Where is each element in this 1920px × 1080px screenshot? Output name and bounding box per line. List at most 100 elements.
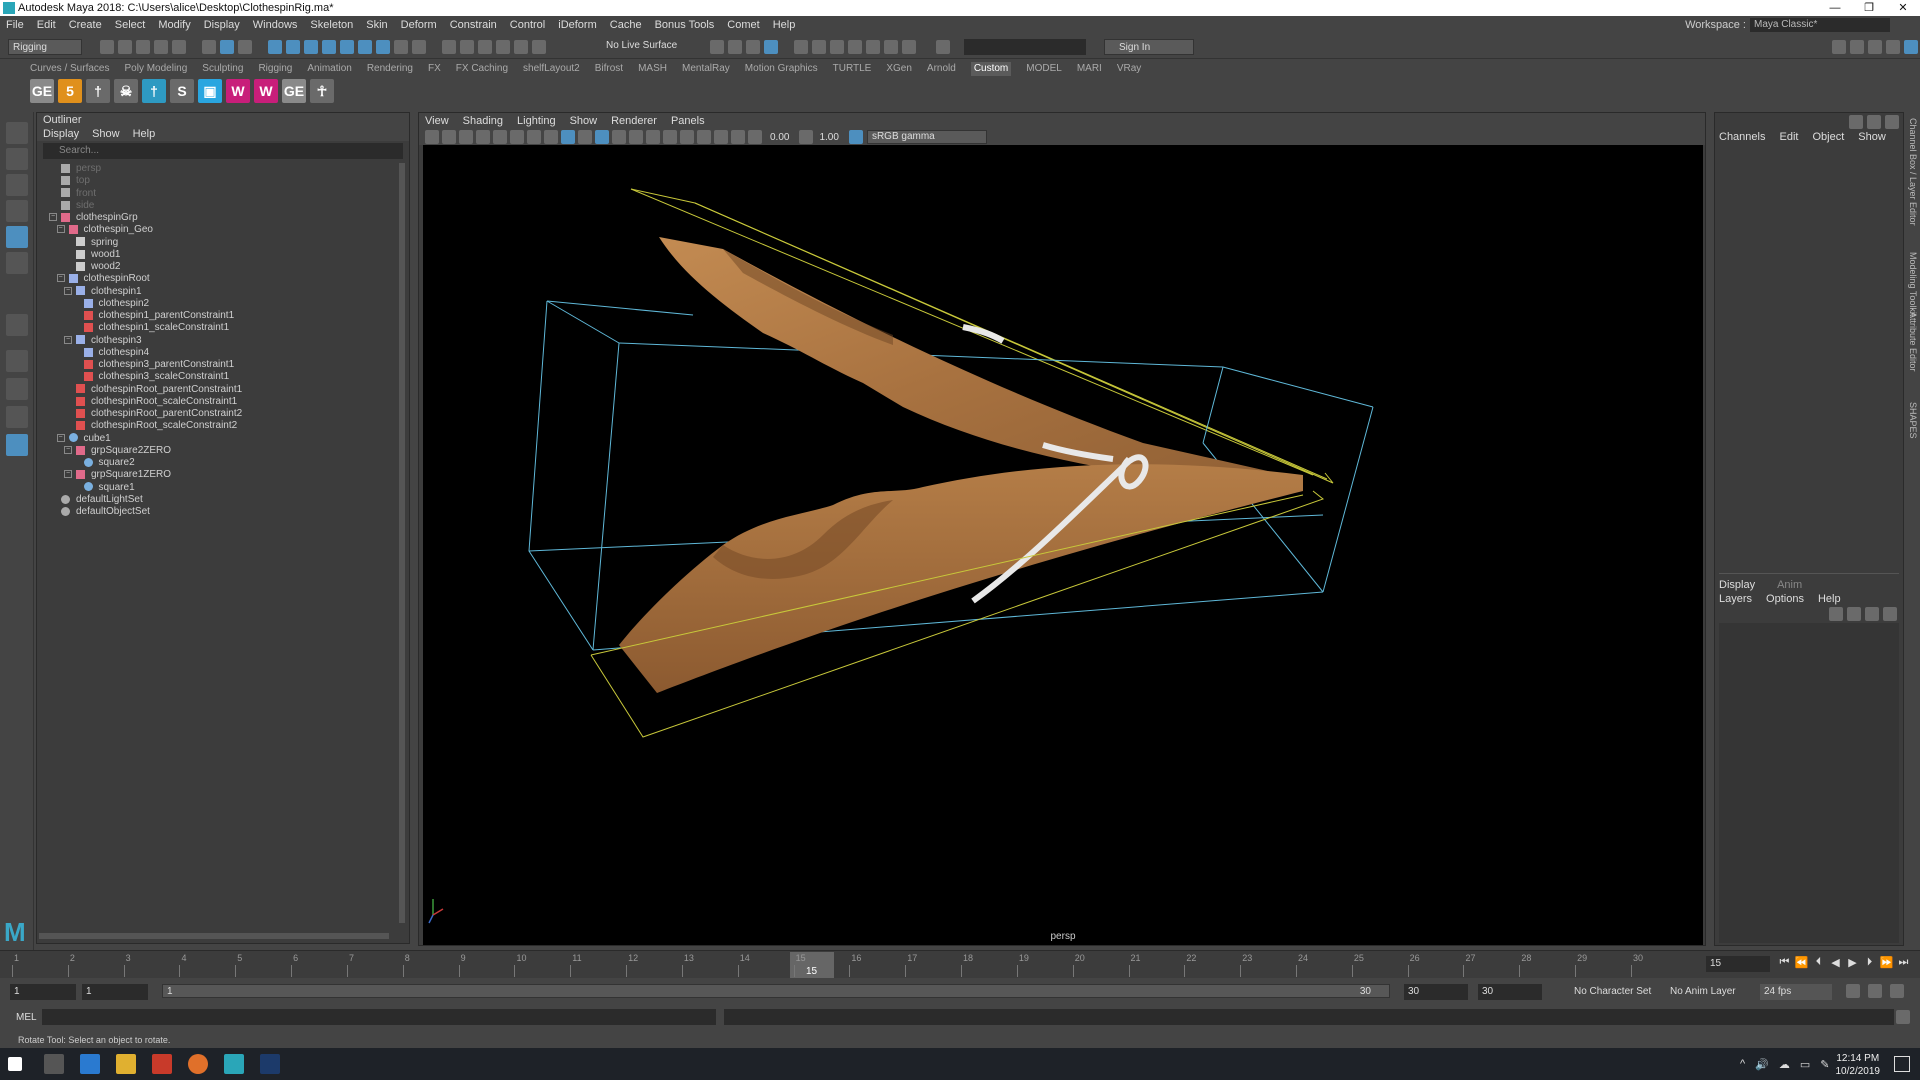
snap-pivot-icon[interactable] xyxy=(532,40,546,54)
menu-bonus-tools[interactable]: Bonus Tools xyxy=(655,19,715,31)
viewport-menu-lighting[interactable]: Lighting xyxy=(517,113,556,129)
step-forward-frame-icon[interactable]: ⏵ xyxy=(1861,956,1878,969)
box-icon[interactable]: ▣ xyxy=(198,79,222,103)
anim-prefs-icon[interactable] xyxy=(1890,984,1904,998)
expand-toggle-icon[interactable]: − xyxy=(56,274,65,283)
new-layer-icon[interactable] xyxy=(1865,607,1879,621)
hypershade-icon[interactable] xyxy=(812,40,826,54)
taskbar-clock[interactable]: 12:14 PM 10/2/2019 xyxy=(1836,1052,1881,1078)
figure-icon[interactable]: ☥ xyxy=(310,79,334,103)
mask-render-icon[interactable] xyxy=(376,40,390,54)
construction-history-icon[interactable] xyxy=(710,40,724,54)
five-icon[interactable]: 5 xyxy=(58,79,82,103)
snap-point-icon[interactable] xyxy=(478,40,492,54)
outliner-hscrollbar[interactable] xyxy=(39,933,389,939)
menu-ideform[interactable]: iDeform xyxy=(558,19,597,31)
shelf-tab-mentalray[interactable]: MentalRay xyxy=(682,62,730,76)
arnold-render-icon[interactable] xyxy=(866,40,880,54)
mask-deform-icon[interactable] xyxy=(340,40,354,54)
shelf-tab-animation[interactable]: Animation xyxy=(307,62,351,76)
mask-joints-icon[interactable] xyxy=(286,40,300,54)
menu-create[interactable]: Create xyxy=(69,19,102,31)
side-tab-shapes[interactable]: SHAPES xyxy=(1908,402,1918,439)
channel-toggle-icon[interactable] xyxy=(1886,40,1900,54)
outliner-menu-help[interactable]: Help xyxy=(133,127,156,141)
layer-tab-anim[interactable]: Anim xyxy=(1777,579,1802,591)
light-editor-icon[interactable] xyxy=(848,40,862,54)
export-icon[interactable]: W xyxy=(226,79,250,103)
undo-icon[interactable] xyxy=(154,40,168,54)
shelf-tab-xgen[interactable]: XGen xyxy=(886,62,912,76)
smooth-shade-icon[interactable] xyxy=(561,130,575,144)
channel-toggle-icon-2[interactable] xyxy=(1867,115,1881,129)
go-to-start-icon[interactable]: ⏮ xyxy=(1776,956,1793,969)
gamma-icon[interactable] xyxy=(799,130,814,144)
shelf-tab-shelflayout2[interactable]: shelfLayout2 xyxy=(523,62,580,76)
layer-list[interactable] xyxy=(1719,623,1899,943)
expand-toggle-icon[interactable]: − xyxy=(64,335,72,344)
menu-control[interactable]: Control xyxy=(510,19,545,31)
bookmark-icon[interactable] xyxy=(442,130,456,144)
isolate-select-icon[interactable] xyxy=(697,130,711,144)
new-scene-icon[interactable] xyxy=(100,40,114,54)
close-button[interactable]: ✕ xyxy=(1886,0,1920,16)
character-set-dropdown[interactable]: No Character Set xyxy=(1574,986,1651,997)
save-scene-icon[interactable] xyxy=(136,40,150,54)
move-tool-icon[interactable] xyxy=(6,200,28,222)
channel-menu-edit[interactable]: Edit xyxy=(1779,131,1798,143)
maya-taskbar-icon[interactable] xyxy=(224,1054,244,1074)
last-tool-icon[interactable] xyxy=(6,314,28,336)
pause-icon[interactable] xyxy=(902,40,916,54)
anim-end-field[interactable]: 30 xyxy=(1478,984,1542,1000)
ge2-icon[interactable]: GE xyxy=(282,79,306,103)
shelf-tab-turtle[interactable]: TURTLE xyxy=(833,62,872,76)
motion-blur-icon[interactable] xyxy=(663,130,677,144)
shelf-tab-curves-surfaces[interactable]: Curves / Surfaces xyxy=(30,62,109,76)
side-tab-channel-box-layer-editor[interactable]: Channel Box / Layer Editor xyxy=(1908,118,1918,226)
menu-select[interactable]: Select xyxy=(115,19,146,31)
quick-search-field[interactable] xyxy=(964,39,1086,55)
rig-icon[interactable]: † xyxy=(142,79,166,103)
3d-viewport[interactable]: persp xyxy=(423,145,1703,945)
go-to-end-icon[interactable]: ⏭ xyxy=(1895,956,1912,969)
shelf-tab-arnold[interactable]: Arnold xyxy=(927,62,956,76)
ambient-occlusion-icon[interactable] xyxy=(646,130,660,144)
shelf-tab-poly-modeling[interactable]: Poly Modeling xyxy=(124,62,187,76)
menu-file[interactable]: File xyxy=(6,19,24,31)
channel-menu-show[interactable]: Show xyxy=(1858,131,1886,143)
windows-start-icon[interactable] xyxy=(8,1057,22,1071)
snap-surface-icon[interactable] xyxy=(514,40,528,54)
select-hierarchy-icon[interactable] xyxy=(202,40,216,54)
vray-render-icon[interactable] xyxy=(884,40,898,54)
open-scene-icon[interactable] xyxy=(118,40,132,54)
onedrive-icon[interactable]: ☁ xyxy=(1779,1058,1790,1071)
outliner-search-input[interactable]: Search... xyxy=(43,143,403,159)
network-icon[interactable]: ▭ xyxy=(1800,1058,1810,1071)
lights-icon[interactable] xyxy=(612,130,626,144)
menu-constrain[interactable]: Constrain xyxy=(450,19,497,31)
auto-key-icon[interactable] xyxy=(1868,984,1882,998)
layer-up-icon[interactable] xyxy=(1829,607,1843,621)
tray-chevron-icon[interactable]: ^ xyxy=(1740,1058,1745,1071)
gamma-value[interactable]: 1.00 xyxy=(819,132,838,143)
shelf-tab-model[interactable]: MODEL xyxy=(1026,62,1062,76)
start-time-field[interactable]: 1 xyxy=(10,984,76,1000)
anim-layer-dropdown[interactable]: No Anim Layer xyxy=(1670,986,1736,997)
command-input[interactable] xyxy=(42,1009,716,1025)
shelf-tab-rendering[interactable]: Rendering xyxy=(367,62,413,76)
mask-curves-icon[interactable] xyxy=(304,40,318,54)
import-icon[interactable]: W xyxy=(254,79,278,103)
outliner-menu-display[interactable]: Display xyxy=(43,127,79,141)
film-gate-icon[interactable] xyxy=(493,130,507,144)
visual-studio-icon[interactable] xyxy=(80,1054,100,1074)
menu-edit[interactable]: Edit xyxy=(37,19,56,31)
outliner-menu-show[interactable]: Show xyxy=(92,127,120,141)
shelf-tab-bifrost[interactable]: Bifrost xyxy=(595,62,623,76)
layer-menu-options[interactable]: Options xyxy=(1766,593,1804,605)
layer-menu-help[interactable]: Help xyxy=(1818,593,1841,605)
viewport-menu-show[interactable]: Show xyxy=(570,113,598,129)
menu-skin[interactable]: Skin xyxy=(366,19,387,31)
time-slider[interactable]: 1 2 3 4 5 6 7 8 9 10 11 12 13 14 15 15 16 17 18 19 20 21 22 23 2… xyxy=(0,950,1920,978)
joint-icon[interactable]: † xyxy=(86,79,110,103)
highlight-selection-icon[interactable] xyxy=(412,40,426,54)
